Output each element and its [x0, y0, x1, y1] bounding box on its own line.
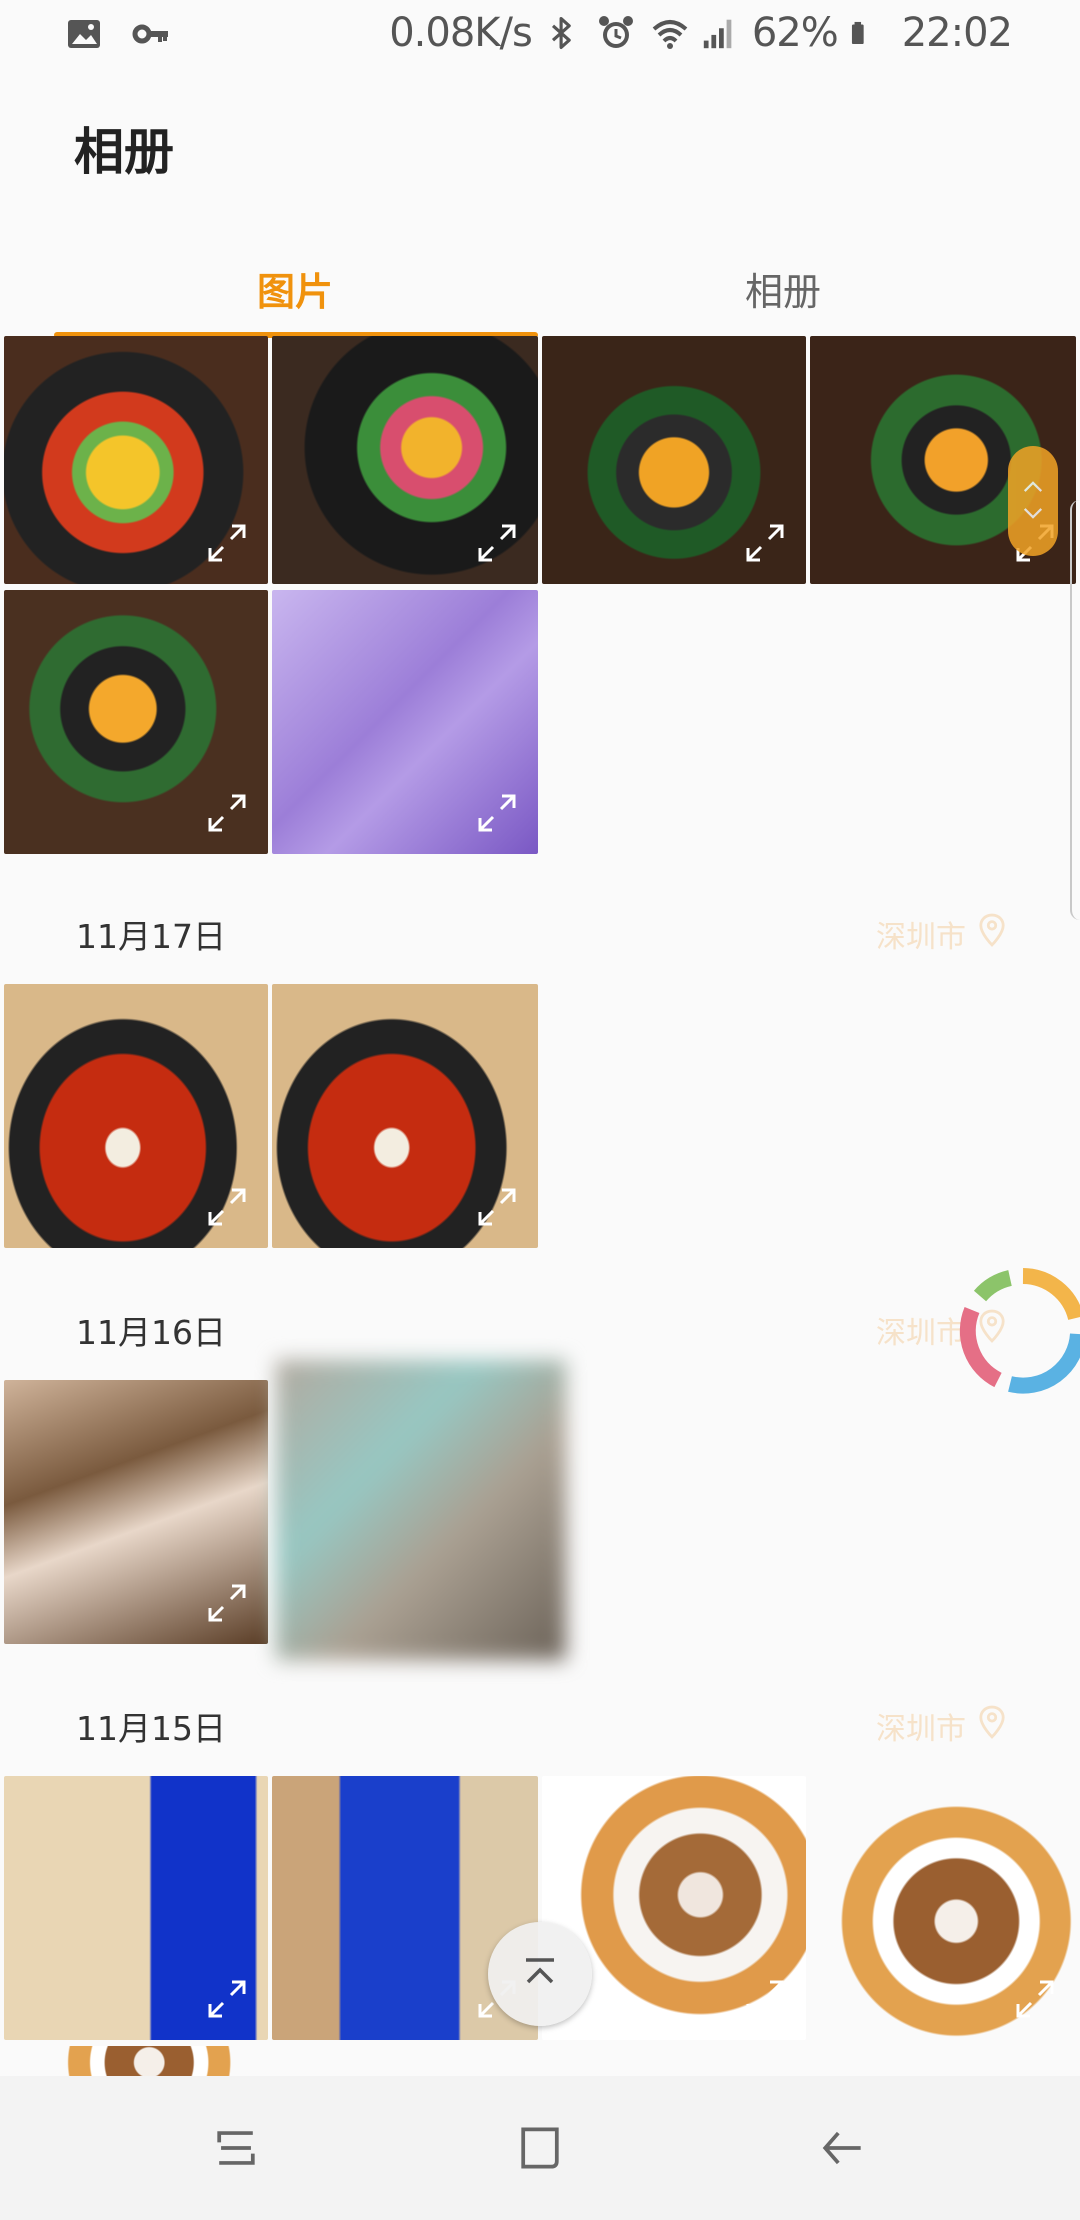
- location-text: 深圳市: [876, 1316, 966, 1351]
- wifi-icon: [648, 13, 688, 53]
- clock: 22:02: [901, 10, 1013, 56]
- photo-thumbnail[interactable]: [4, 336, 268, 584]
- gallery-icon: [64, 14, 104, 54]
- back-icon: [822, 2131, 861, 2165]
- photo-thumbnail[interactable]: [4, 590, 268, 854]
- tab-pictures[interactable]: 图片: [52, 240, 538, 336]
- location-label[interactable]: 深圳市: [876, 1704, 1006, 1748]
- scroll-track[interactable]: [1070, 500, 1080, 920]
- alarm-icon: [596, 13, 636, 53]
- expand-icon[interactable]: [204, 1976, 250, 2022]
- recents-button[interactable]: [200, 2112, 272, 2184]
- scroll-to-top-button[interactable]: [488, 1922, 592, 2026]
- expand-icon[interactable]: [1012, 1976, 1058, 2022]
- expand-icon[interactable]: [742, 520, 788, 566]
- home-icon: [521, 2127, 559, 2169]
- photo-thumbnail[interactable]: [272, 336, 538, 584]
- photo-thumbnail[interactable]: [272, 984, 538, 1248]
- expand-icon[interactable]: [204, 1184, 250, 1230]
- photo-thumbnail[interactable]: [4, 2046, 268, 2076]
- photo-thumbnail[interactable]: [4, 1380, 268, 1644]
- status-bar: 0.08K/s 62% 22:02: [0, 0, 1080, 72]
- battery-icon: [850, 13, 890, 53]
- tab-bar: 图片 相册: [0, 240, 1080, 338]
- location-text: 深圳市: [876, 1712, 966, 1747]
- expand-icon[interactable]: [474, 520, 520, 566]
- date-header: 11月15日: [76, 1709, 226, 1748]
- battery-percent: 62%: [751, 10, 839, 56]
- expand-icon[interactable]: [474, 790, 520, 836]
- photo-thumbnail[interactable]: [810, 1776, 1076, 2040]
- page-title: 相册: [74, 123, 174, 181]
- chevron-down-icon: [1022, 505, 1044, 524]
- key-icon: [130, 14, 170, 54]
- expand-icon[interactable]: [474, 1184, 520, 1230]
- location-pin-icon: [978, 1705, 1006, 1747]
- expand-icon[interactable]: [742, 1976, 788, 2022]
- photo-thumbnail[interactable]: [542, 336, 806, 584]
- signal-icon: [700, 13, 740, 53]
- location-text: 深圳市: [876, 920, 966, 955]
- expand-icon[interactable]: [204, 790, 250, 836]
- photo-thumbnail-loading[interactable]: [276, 1360, 566, 1660]
- date-header: 11月17日: [76, 917, 226, 956]
- fast-scroll-handle[interactable]: [1008, 446, 1058, 556]
- chevron-up-icon: [1022, 478, 1044, 497]
- location-pin-icon: [978, 913, 1006, 955]
- photo-thumbnail[interactable]: [4, 1776, 268, 2040]
- back-button[interactable]: [806, 2112, 878, 2184]
- tab-albums[interactable]: 相册: [538, 240, 1028, 336]
- system-nav-bar: [0, 2076, 1080, 2220]
- recents-icon: [217, 2131, 255, 2165]
- floating-assistant-icon[interactable]: [958, 1266, 1080, 1396]
- bluetooth-icon: [544, 13, 584, 53]
- location-label[interactable]: 深圳市: [876, 912, 1006, 956]
- photo-thumbnail[interactable]: [4, 984, 268, 1248]
- photo-thumbnail[interactable]: [272, 590, 538, 854]
- scroll-top-icon: [520, 1952, 560, 1996]
- expand-icon[interactable]: [204, 1580, 250, 1626]
- home-button[interactable]: [504, 2112, 576, 2184]
- expand-icon[interactable]: [204, 520, 250, 566]
- network-speed: 0.08K/s: [389, 10, 533, 56]
- date-header: 11月16日: [76, 1313, 226, 1352]
